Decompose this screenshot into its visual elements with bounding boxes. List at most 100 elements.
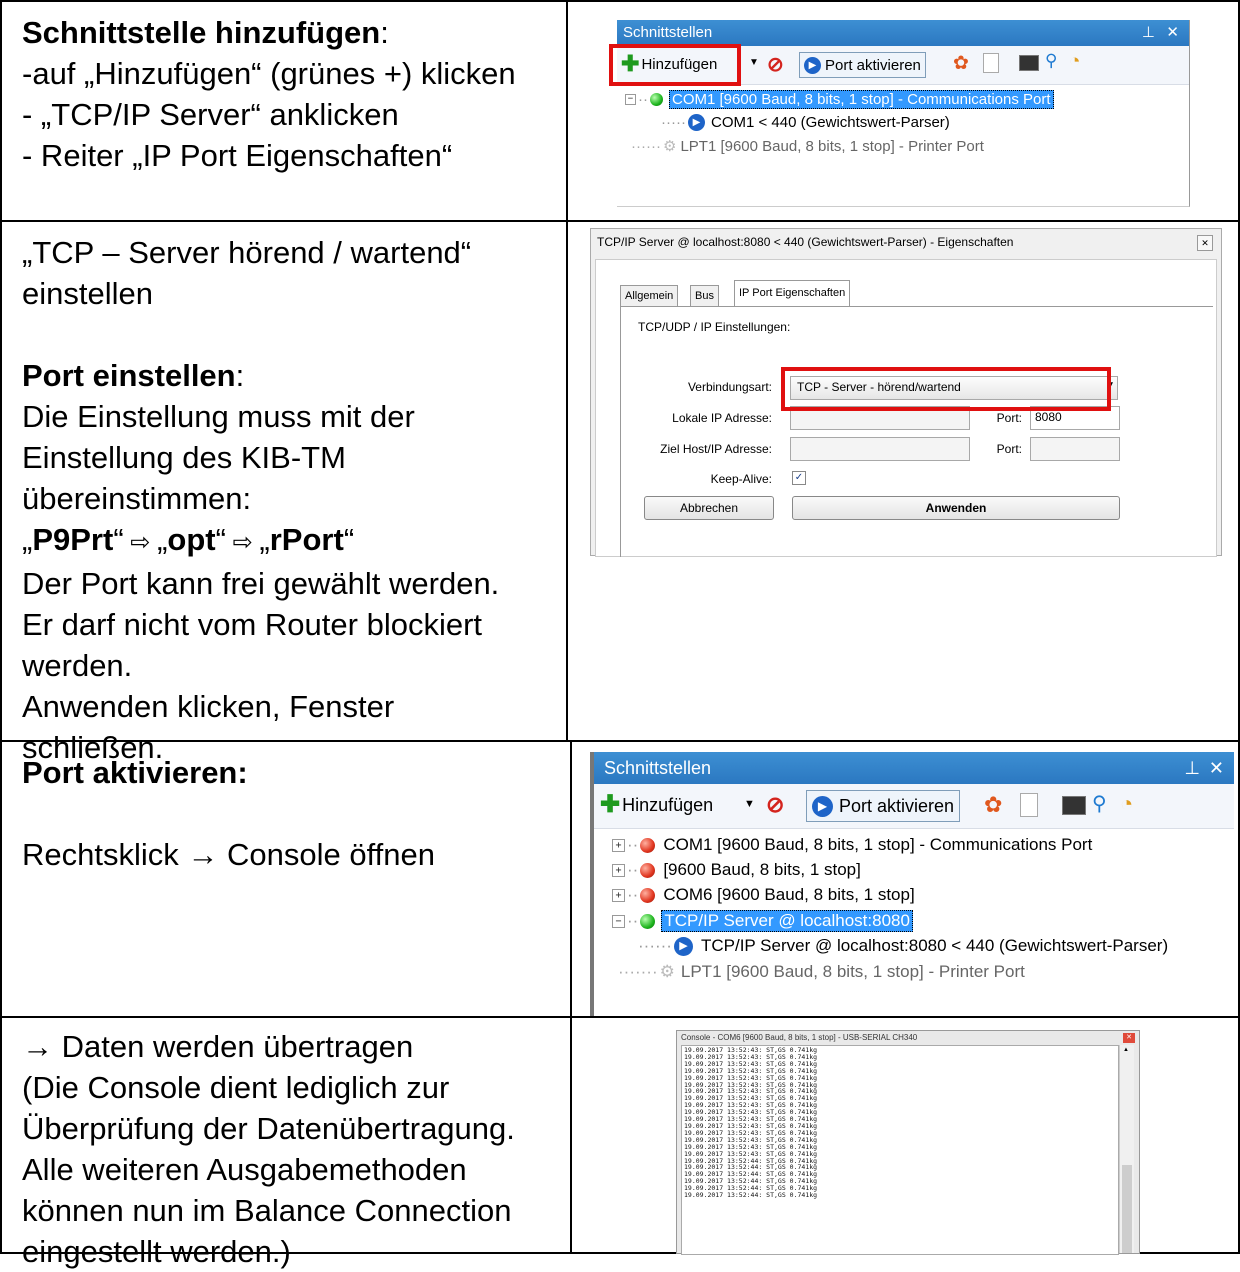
document-icon[interactable] [1020,793,1038,817]
stop-icon[interactable]: ⊘ [767,52,784,77]
tree-node-tcp-server[interactable]: − ·· TCP/IP Server @ localhost:8080 [612,910,913,932]
tree-node-com6[interactable]: + ·· COM6 [9600 Baud, 8 bits, 1 stop] [612,885,915,905]
dropdown-arrow-icon[interactable]: ▼ [749,57,759,68]
tab-ip-port-properties[interactable]: IP Port Eigenschaften [734,280,851,307]
section-title: Port aktivieren: [22,755,248,790]
tree-node-lpt1[interactable]: ······· ⚙ LPT1 [9600 Baud, 8 bits, 1 sto… [618,962,1025,982]
activate-port-button[interactable]: ▶ Port aktivieren [799,52,926,78]
section-title: Port einstellen [22,358,236,393]
keepalive-label: Keep-Alive: [710,472,772,486]
target-host-field[interactable] [790,437,970,461]
parser-play-icon: ▶ [687,114,705,131]
expand-icon[interactable]: + [612,888,625,902]
row2-text: „TCP – Server hörend / wartend“ einstell… [22,235,500,765]
tab-general[interactable]: Allgemein [620,285,679,307]
close-icon[interactable]: ✕ [1209,752,1224,784]
row1-text: Schnittstelle hinzufügen: -auf „Hinzufüg… [22,12,516,176]
highlight-box [781,367,1111,411]
interfaces-panel: Schnittstellen ⊥ ✕ ✚ Hinzufügen ▼ ⊘ ▶ Po… [609,20,1190,207]
interfaces-tree: + ·· COM1 [9600 Baud, 8 bits, 1 stop] - … [594,829,1234,1015]
lifebuoy-icon[interactable]: ✿ [984,792,1002,818]
panel-title: Schnittstellen [604,758,712,778]
tree-node-com1[interactable]: + ·· COM1 [9600 Baud, 8 bits, 1 stop] - … [612,835,1092,855]
status-led-red-icon [640,837,656,853]
console-title: Console - COM6 [9600 Baud, 8 bits, 1 sto… [681,1033,918,1042]
scroll-up-icon[interactable]: ▲ [1123,1047,1129,1053]
tree-node-tcp-parser[interactable]: ······ ▶ TCP/IP Server @ localhost:8080 … [638,936,1168,956]
play-icon: ▶ [812,795,833,817]
timer-icon[interactable]: ◔ [1069,51,1080,73]
properties-dialog: TCP/IP Server @ localhost:8080 < 440 (Ge… [590,228,1222,557]
plus-icon: ✚ [600,791,621,818]
console-scrollbar[interactable]: ▲ [1119,1045,1134,1253]
stop-icon[interactable]: ⊘ [766,792,784,818]
panel-titlebar: Schnittstellen ⊥ ✕ [617,20,1189,46]
lifebuoy-icon[interactable]: ✿ [953,52,969,75]
instruction-line: - Reiter „IP Port Eigenschaften“ [22,138,453,173]
activate-port-button[interactable]: ▶ Port aktivieren [806,790,961,822]
status-led-green-icon [640,913,656,929]
dropdown-arrow-icon[interactable]: ▼ [744,798,755,810]
close-icon[interactable]: ✕ [1166,20,1179,46]
console-output: 19.09.2017 13:52:43: ST,GS 0.741kg 19.09.… [681,1045,1119,1255]
gear-icon: ⚙ [659,962,675,981]
row3-text: Port aktivieren: Rechtsklick → Console ö… [22,755,435,872]
console-window: Console - COM6 [9600 Baud, 8 bits, 1 sto… [676,1030,1140,1255]
tree-node-port[interactable]: + ·· [9600 Baud, 8 bits, 1 stop] [612,860,861,880]
panel-titlebar: Schnittstellen ⊥ ✕ [594,752,1234,784]
column-divider [570,740,572,1253]
instruction-table: Schnittstelle hinzufügen: -auf „Hinzufüg… [0,0,1240,1269]
scrollbar-thumb[interactable] [1122,1165,1132,1253]
console-line: 19.09.2017 13:52:44: ST,GS 0.741kg [684,1191,818,1200]
keepalive-checkbox[interactable]: ✓ [792,471,806,485]
interfaces-tree: − ·· COM1 [9600 Baud, 8 bits, 1 stop] - … [617,85,1189,205]
pin-icon[interactable]: ⊥ [1142,20,1155,46]
gear-icon: ⚙ [662,138,677,155]
instruction-line: - „TCP/IP Server“ anklicken [22,97,399,132]
panel-title: Schnittstellen [623,24,713,41]
section-label: TCP/UDP / IP Einstellungen: [638,320,791,334]
cancel-button[interactable]: Abbrechen [644,496,774,520]
tree-node-parser[interactable]: ····· ▶ COM1 < 440 (Gewichtswert-Parser) [661,114,950,131]
console-icon[interactable] [1019,55,1039,71]
connection-type-label: Verbindungsart: [687,380,772,394]
highlight-box [609,44,741,86]
parser-play-icon: ▶ [673,936,693,956]
pin-icon[interactable]: ⊥ [1184,752,1200,784]
panel-toolbar: ✚ Hinzufügen ▼ ⊘ ▶ Port aktivieren ✿ ⚲ ◔ [594,784,1234,829]
network-icon[interactable]: ⚲ [1045,51,1057,71]
close-icon[interactable]: ✕ [1197,235,1213,251]
network-icon[interactable]: ⚲ [1092,791,1107,816]
local-ip-label: Lokale IP Adresse: [672,411,772,425]
timer-icon[interactable]: ◔ [1120,791,1133,817]
expand-icon[interactable]: + [612,838,625,852]
table-border-left [0,0,2,1253]
target-port-label: Port: [996,442,1022,456]
close-icon[interactable]: ✕ [1123,1033,1135,1043]
console-lines: 19.09.2017 13:52:43: ST,GS 0.741kg 19.09.… [684,1047,817,1199]
status-led-green-icon [650,93,663,106]
column-divider [566,0,568,740]
target-host-label: Ziel Host/IP Adresse: [660,442,772,456]
port-label: Port: [996,411,1022,425]
expand-icon[interactable]: + [612,863,625,877]
add-button[interactable]: ✚ Hinzufügen [600,791,713,818]
status-led-red-icon [640,887,656,903]
tree-node-com1[interactable]: − ·· COM1 [9600 Baud, 8 bits, 1 stop] - … [625,90,1054,109]
row4-text: → Daten werden übertragen (Die Console d… [22,1029,515,1269]
target-port-field[interactable] [1030,437,1120,461]
dialog-title: TCP/IP Server @ localhost:8080 < 440 (Ge… [597,235,1014,249]
interfaces-panel-2: Schnittstellen ⊥ ✕ ✚ Hinzufügen ▼ ⊘ ▶ Po… [590,752,1234,1016]
document-icon[interactable] [983,53,999,73]
tree-node-lpt1[interactable]: ······ ⚙ LPT1 [9600 Baud, 8 bits, 1 stop… [631,137,984,156]
status-led-red-icon [640,862,656,878]
apply-button[interactable]: Anwenden [792,496,1120,520]
console-icon[interactable] [1062,796,1086,815]
tab-bus[interactable]: Bus [690,285,719,307]
play-icon: ▶ [804,56,821,74]
menu-path: „P9Prt“ ⇨ „opt“ ⇨ „rPort“ [22,522,355,557]
section-title: Schnittstelle hinzufügen [22,15,381,50]
collapse-icon[interactable]: − [625,94,636,105]
instruction-line: -auf „Hinzufügen“ (grünes +) klicken [22,56,516,91]
collapse-icon[interactable]: − [612,914,625,928]
